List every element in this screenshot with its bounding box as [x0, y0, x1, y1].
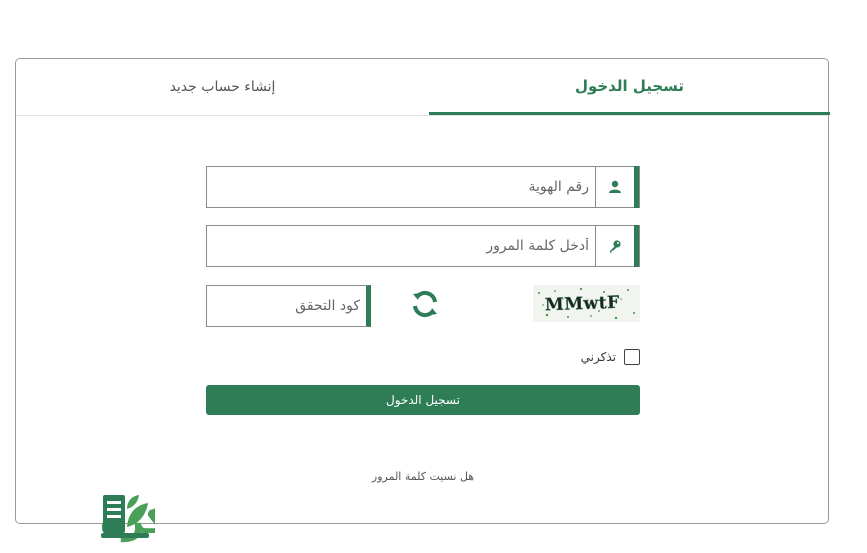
forgot-password-link[interactable]: هل نسيت كلمة المرور — [316, 470, 530, 483]
id-input[interactable] — [207, 167, 595, 207]
tab-bar: إنشاء حساب جديد تسجيل الدخول — [16, 59, 830, 116]
captcha-input[interactable] — [207, 286, 366, 326]
login-card: إنشاء حساب جديد تسجيل الدخول رقم الهوية … — [15, 58, 830, 524]
key-icon — [609, 240, 621, 253]
remember-checkbox[interactable] — [624, 349, 640, 365]
tab-register[interactable]: إنشاء حساب جديد — [16, 59, 429, 115]
captcha-image: MMwtF — [533, 285, 640, 322]
id-addon — [595, 166, 639, 208]
password-input[interactable] — [207, 226, 595, 266]
user-icon — [609, 180, 621, 193]
captcha-text: MMwtF — [545, 293, 620, 316]
site-logo: فكرة — [0, 487, 193, 549]
remember-me: تذكرني — [576, 347, 640, 367]
password-addon — [595, 225, 639, 267]
tab-register-label: إنشاء حساب جديد — [169, 79, 276, 95]
tab-login-label: تسجيل الدخول — [574, 76, 685, 95]
login-button[interactable]: تسجيل الدخول — [206, 385, 640, 415]
id-field — [206, 166, 640, 208]
password-field — [206, 225, 640, 267]
captcha-field — [206, 285, 371, 327]
refresh-captcha-icon[interactable] — [409, 288, 441, 320]
tab-login[interactable]: تسجيل الدخول — [429, 59, 830, 115]
remember-label: تذكرني — [580, 350, 616, 364]
